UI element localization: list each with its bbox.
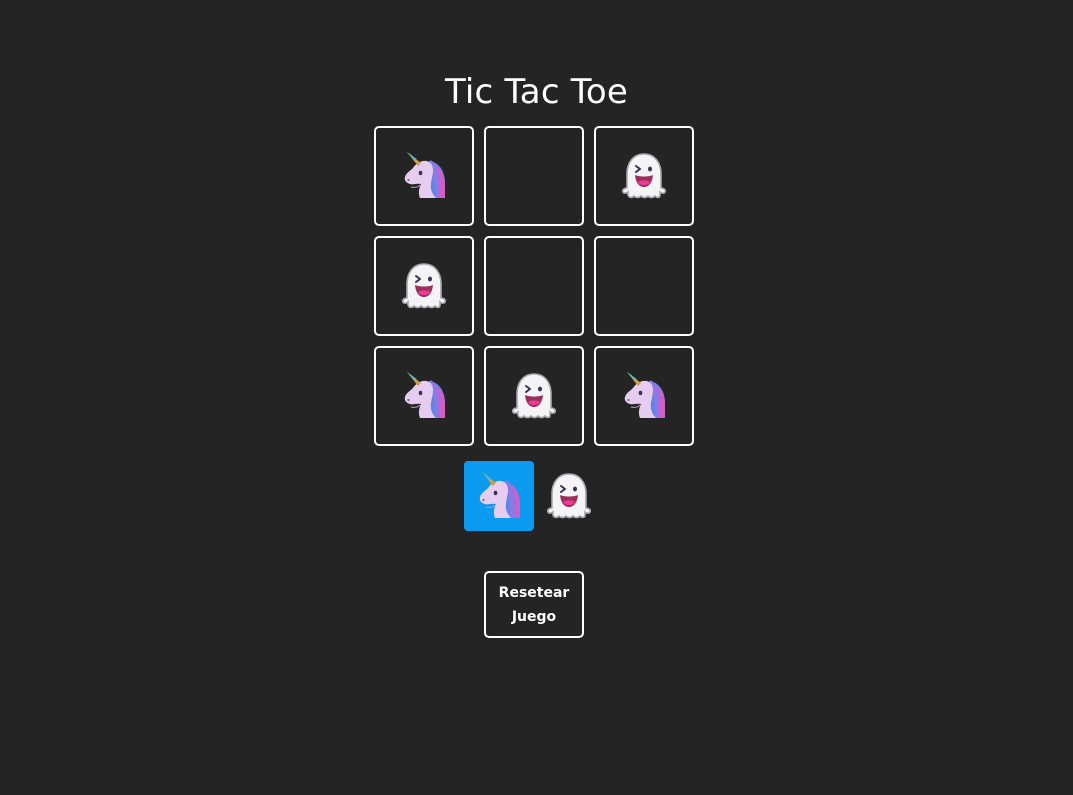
game-app: Tic Tac Toe Resetear Juego (0, 0, 1073, 795)
ghost-icon (544, 471, 594, 521)
board-cell-4[interactable] (374, 236, 474, 336)
unicorn-icon (399, 151, 449, 201)
unicorn-icon (474, 471, 524, 521)
turn-slot-1 (464, 461, 534, 531)
board-cell-1[interactable] (374, 126, 474, 226)
board-cell-7[interactable] (374, 346, 474, 446)
board-cell-8[interactable] (484, 346, 584, 446)
ghost-icon (509, 371, 559, 421)
ghost-icon (619, 151, 669, 201)
unicorn-icon (399, 371, 449, 421)
reset-game-button[interactable]: Resetear Juego (484, 571, 584, 638)
unicorn-icon (619, 371, 669, 421)
board-cell-6[interactable] (594, 236, 694, 336)
game-board (374, 126, 694, 446)
board-cell-3[interactable] (594, 126, 694, 226)
board-cell-2[interactable] (484, 126, 584, 226)
turn-indicator (464, 461, 604, 531)
board-cell-9[interactable] (594, 346, 694, 446)
ghost-icon (399, 261, 449, 311)
turn-slot-2 (534, 461, 604, 531)
page-title: Tic Tac Toe (444, 72, 629, 112)
board-cell-5[interactable] (484, 236, 584, 336)
